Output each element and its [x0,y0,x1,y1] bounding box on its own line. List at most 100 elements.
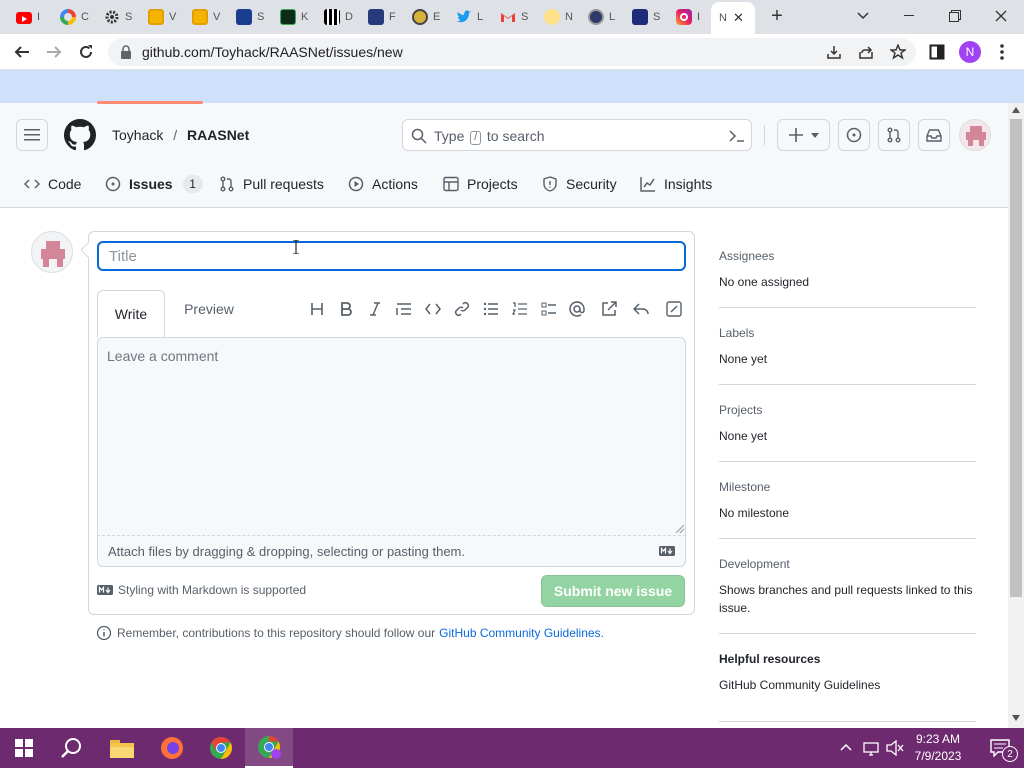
sidebar-projects[interactable]: Projects None yet [719,403,976,462]
browser-tab[interactable]: E [403,4,447,30]
page-scrollbar[interactable] [1008,103,1024,728]
new-tab-button[interactable]: + [755,0,799,32]
quote-button[interactable] [394,299,414,319]
tab-issues[interactable]: Issues 1 [105,171,203,197]
cross-reference-button[interactable] [599,299,619,319]
slash-commands-button[interactable] [664,299,684,319]
network-icon[interactable] [863,740,879,756]
side-panel-button[interactable] [925,40,949,64]
taskbar-clock[interactable]: 9:23 AM 7/9/2023 [908,731,968,765]
mention-button[interactable] [567,299,587,319]
code-button[interactable] [423,299,443,319]
link-icon [454,301,470,317]
markdown-note-link[interactable]: Styling with Markdown is supported [118,583,306,597]
community-guidelines-link[interactable]: GitHub Community Guidelines [439,626,600,640]
unordered-list-button[interactable] [481,299,501,319]
tab-issues-label: Issues [129,176,173,192]
hamburger-menu-button[interactable] [16,119,48,151]
browser-tab[interactable]: D [315,4,359,30]
search-input[interactable]: Type / to search [402,119,752,151]
close-tab-icon[interactable]: ✕ [733,10,744,26]
notifications-button[interactable]: 2 [976,728,1024,768]
restore-button[interactable] [932,0,978,32]
browser-tab[interactable]: C [51,4,95,30]
windows-taskbar: 9:23 AM 7/9/2023 2 [0,728,1024,768]
close-window-button[interactable] [978,0,1024,32]
bookmarks-bar [0,70,1024,103]
start-button[interactable] [0,728,48,768]
browser-tab[interactable]: V [139,4,183,30]
tab-preview[interactable]: Preview [172,290,246,328]
chevron-up-icon[interactable] [840,743,852,751]
browser-menu-button[interactable] [990,40,1014,64]
firefox-button[interactable] [148,728,196,768]
chrome-button[interactable] [197,728,245,768]
issue-title-input[interactable] [97,241,686,271]
address-bar[interactable]: github.com/Toyhack/RAASNet/issues/new [108,38,916,66]
saved-reply-button[interactable] [631,299,651,319]
submit-new-issue-button[interactable]: Submit new issue [541,575,685,607]
tab-insights[interactable]: Insights [640,171,712,197]
browser-tab[interactable]: N [535,4,579,30]
command-palette-icon[interactable] [729,129,745,143]
bookmark-star-icon[interactable] [890,44,906,60]
tab-projects[interactable]: Projects [443,171,518,197]
comment-textarea[interactable] [97,337,686,536]
sidebar-development[interactable]: Development Shows branches and pull requ… [719,557,976,634]
sidebar-labels[interactable]: Labels None yet [719,326,976,385]
scrollbar-thumb[interactable] [1010,119,1022,597]
minimize-button[interactable] [886,0,932,32]
scroll-up-arrow[interactable] [1012,107,1020,113]
forward-button[interactable] [42,40,66,64]
file-explorer-button[interactable] [98,728,146,768]
reload-button[interactable] [74,40,98,64]
share-icon[interactable] [858,44,874,60]
tab-actions[interactable]: Actions [348,171,418,197]
profile-button[interactable]: N [958,40,982,64]
back-button[interactable] [10,40,34,64]
browser-tab[interactable]: I [7,4,51,30]
browser-tab[interactable]: L [579,4,623,30]
repo-owner-link[interactable]: Toyhack [112,127,163,143]
browser-tab[interactable]: F [359,4,403,30]
sidebar-assignees[interactable]: Assignees No one assigned [719,249,976,308]
task-list-button[interactable] [539,299,559,319]
tab-write[interactable]: Write [97,290,165,338]
volume-muted-icon[interactable] [886,740,904,756]
browser-tab[interactable]: K [271,4,315,30]
bold-button[interactable] [336,299,356,319]
inbox-button[interactable] [918,119,950,151]
chrome-profile-button[interactable] [245,728,293,768]
browser-tab[interactable]: I [667,4,711,30]
browser-tab[interactable]: S [227,4,271,30]
browser-tab[interactable]: S [95,4,139,30]
create-new-button[interactable] [777,119,830,151]
github-logo-icon[interactable] [64,119,96,151]
sidebar-milestone[interactable]: Milestone No milestone [719,480,976,539]
install-icon[interactable] [826,44,842,60]
italic-button[interactable] [365,299,385,319]
scroll-down-arrow[interactable] [1012,715,1020,721]
taskbar-search-button[interactable] [48,728,96,768]
youtube-icon [16,11,32,24]
helpful-guidelines-link[interactable]: GitHub Community Guidelines [719,676,976,694]
tab-code[interactable]: Code [24,171,81,197]
tab-search-button[interactable] [840,0,886,32]
tab-pull-requests[interactable]: Pull requests [219,171,324,197]
resize-handle-icon[interactable] [676,525,684,533]
pull-requests-shortcut-button[interactable] [878,119,910,151]
active-browser-tab[interactable]: N ✕ [711,2,755,34]
issues-shortcut-button[interactable] [838,119,870,151]
browser-tab[interactable]: S [623,4,667,30]
link-button[interactable] [452,299,472,319]
attach-files-bar[interactable]: Attach files by dragging & dropping, sel… [97,535,686,567]
ordered-list-button[interactable] [510,299,530,319]
tab-security[interactable]: Security [542,171,617,197]
repo-name-link[interactable]: RAASNet [187,127,249,143]
browser-tab[interactable]: S [491,4,535,30]
heading-button[interactable] [307,299,327,319]
browser-tab[interactable]: V [183,4,227,30]
browser-tab[interactable]: L [447,4,491,30]
tab-projects-label: Projects [467,176,518,192]
user-avatar[interactable] [959,119,991,151]
